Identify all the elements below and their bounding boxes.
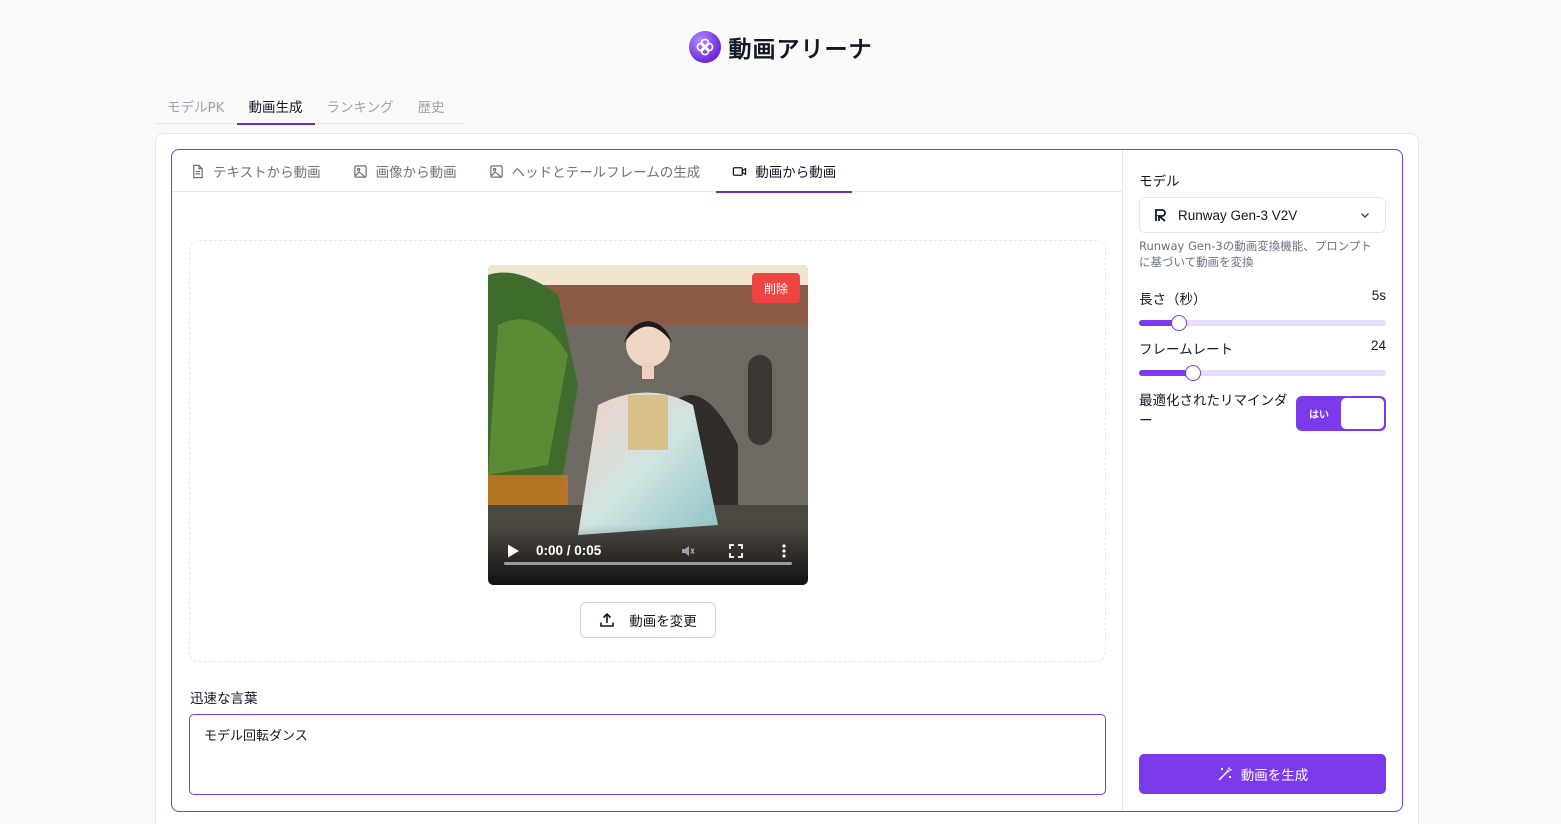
tab-label: モデルPK xyxy=(167,100,225,116)
tab-label: 画像から動画 xyxy=(375,165,457,181)
tab-head-tail-frame[interactable]: ヘッドとテールフレームの生成 xyxy=(473,150,717,192)
top-tab-bar: モデルPK 動画生成 ランキング 歴史 xyxy=(155,88,465,125)
tab-video-generation[interactable]: 動画生成 xyxy=(236,88,315,125)
generation-card: テキストから動画 画像から動画 ヘッドとテールフレームの生成 動画から動画 削除… xyxy=(171,149,1403,812)
tab-label: ヘッドとテールフレームの生成 xyxy=(511,165,701,181)
tab-history[interactable]: 歴史 xyxy=(406,88,457,124)
tab-text-to-video[interactable]: テキストから動画 xyxy=(174,150,337,192)
change-video-label: 動画を変更 xyxy=(629,614,697,630)
duration-slider-row: 長さ（秒） 5s xyxy=(1139,288,1386,331)
framerate-label: フレームレート xyxy=(1139,342,1234,358)
fullscreen-icon[interactable] xyxy=(728,543,744,559)
duration-value: 5s xyxy=(1371,288,1386,303)
tab-label: 動画生成 xyxy=(248,100,303,116)
prompt-input[interactable] xyxy=(189,714,1106,795)
play-icon[interactable] xyxy=(506,543,520,559)
more-options-icon[interactable] xyxy=(776,543,792,559)
duration-label: 長さ（秒） xyxy=(1139,292,1207,308)
main-area: テキストから動画 画像から動画 ヘッドとテールフレームの生成 動画から動画 削除… xyxy=(172,150,1122,811)
tab-model-pk[interactable]: モデルPK xyxy=(155,88,237,124)
toggle-text: はい xyxy=(1309,410,1329,421)
video-time: 0:00 / 0:05 xyxy=(536,543,602,558)
document-icon xyxy=(193,164,203,178)
magic-wand-icon xyxy=(1218,767,1232,781)
generate-video-label: 動画を生成 xyxy=(1240,768,1309,784)
delete-video-button[interactable]: 削除 xyxy=(752,273,800,303)
app-title: 動画アリーナ xyxy=(728,37,873,63)
framerate-value: 24 xyxy=(1370,338,1386,353)
framerate-slider[interactable] xyxy=(1139,365,1386,381)
mute-icon[interactable] xyxy=(680,543,696,559)
tab-label: テキストから動画 xyxy=(213,165,321,181)
optimized-reminder-label: 最適化されたリマインダー xyxy=(1139,393,1288,429)
video-camera-icon xyxy=(733,166,747,176)
model-select-value: Runway Gen-3 V2V xyxy=(1178,207,1298,223)
prompt-label: 迅速な言葉 xyxy=(190,691,258,707)
image-icon xyxy=(489,164,503,178)
tab-label: ランキング xyxy=(326,100,394,116)
change-video-button[interactable]: 動画を変更 xyxy=(580,602,716,638)
framerate-slider-row: フレームレート 24 xyxy=(1139,338,1386,381)
video-upload-zone[interactable]: 削除 0:00 / 0:05 動画を変更 xyxy=(189,240,1106,662)
tab-label: 歴史 xyxy=(417,100,445,116)
model-label: モデル xyxy=(1139,174,1180,190)
settings-panel: モデル Runway Gen-3 V2V Runway Gen-3の動画変換機能… xyxy=(1122,150,1402,811)
tab-label: 動画から動画 xyxy=(755,165,837,181)
tab-ranking[interactable]: ランキング xyxy=(315,88,406,124)
image-icon xyxy=(353,164,367,178)
framerate-slider-thumb[interactable] xyxy=(1185,365,1202,381)
duration-slider[interactable] xyxy=(1139,315,1386,331)
runway-logo-icon xyxy=(1155,208,1166,222)
video-player[interactable]: 削除 0:00 / 0:05 xyxy=(488,265,808,585)
duration-slider-thumb[interactable] xyxy=(1170,315,1187,331)
flower-logo-icon xyxy=(688,31,721,63)
tab-image-to-video[interactable]: 画像から動画 xyxy=(337,150,473,192)
toggle-knob xyxy=(1341,398,1384,429)
generate-video-button[interactable]: 動画を生成 xyxy=(1139,754,1386,794)
optimized-reminder-toggle[interactable]: はい xyxy=(1296,396,1386,431)
upload-icon xyxy=(600,612,615,627)
model-select[interactable]: Runway Gen-3 V2V xyxy=(1139,197,1386,233)
app-header: 動画アリーナ xyxy=(0,30,1561,64)
video-controls: 0:00 / 0:05 xyxy=(488,525,808,585)
chevron-down-icon xyxy=(1361,213,1369,218)
tab-video-to-video[interactable]: 動画から動画 xyxy=(716,150,853,193)
mode-tab-bar: テキストから動画 画像から動画 ヘッドとテールフレームの生成 動画から動画 xyxy=(172,150,1122,193)
video-progress-bar[interactable] xyxy=(504,562,792,565)
model-description: Runway Gen-3の動画変換機能、プロンプトに基づいて動画を変換 xyxy=(1139,239,1372,269)
